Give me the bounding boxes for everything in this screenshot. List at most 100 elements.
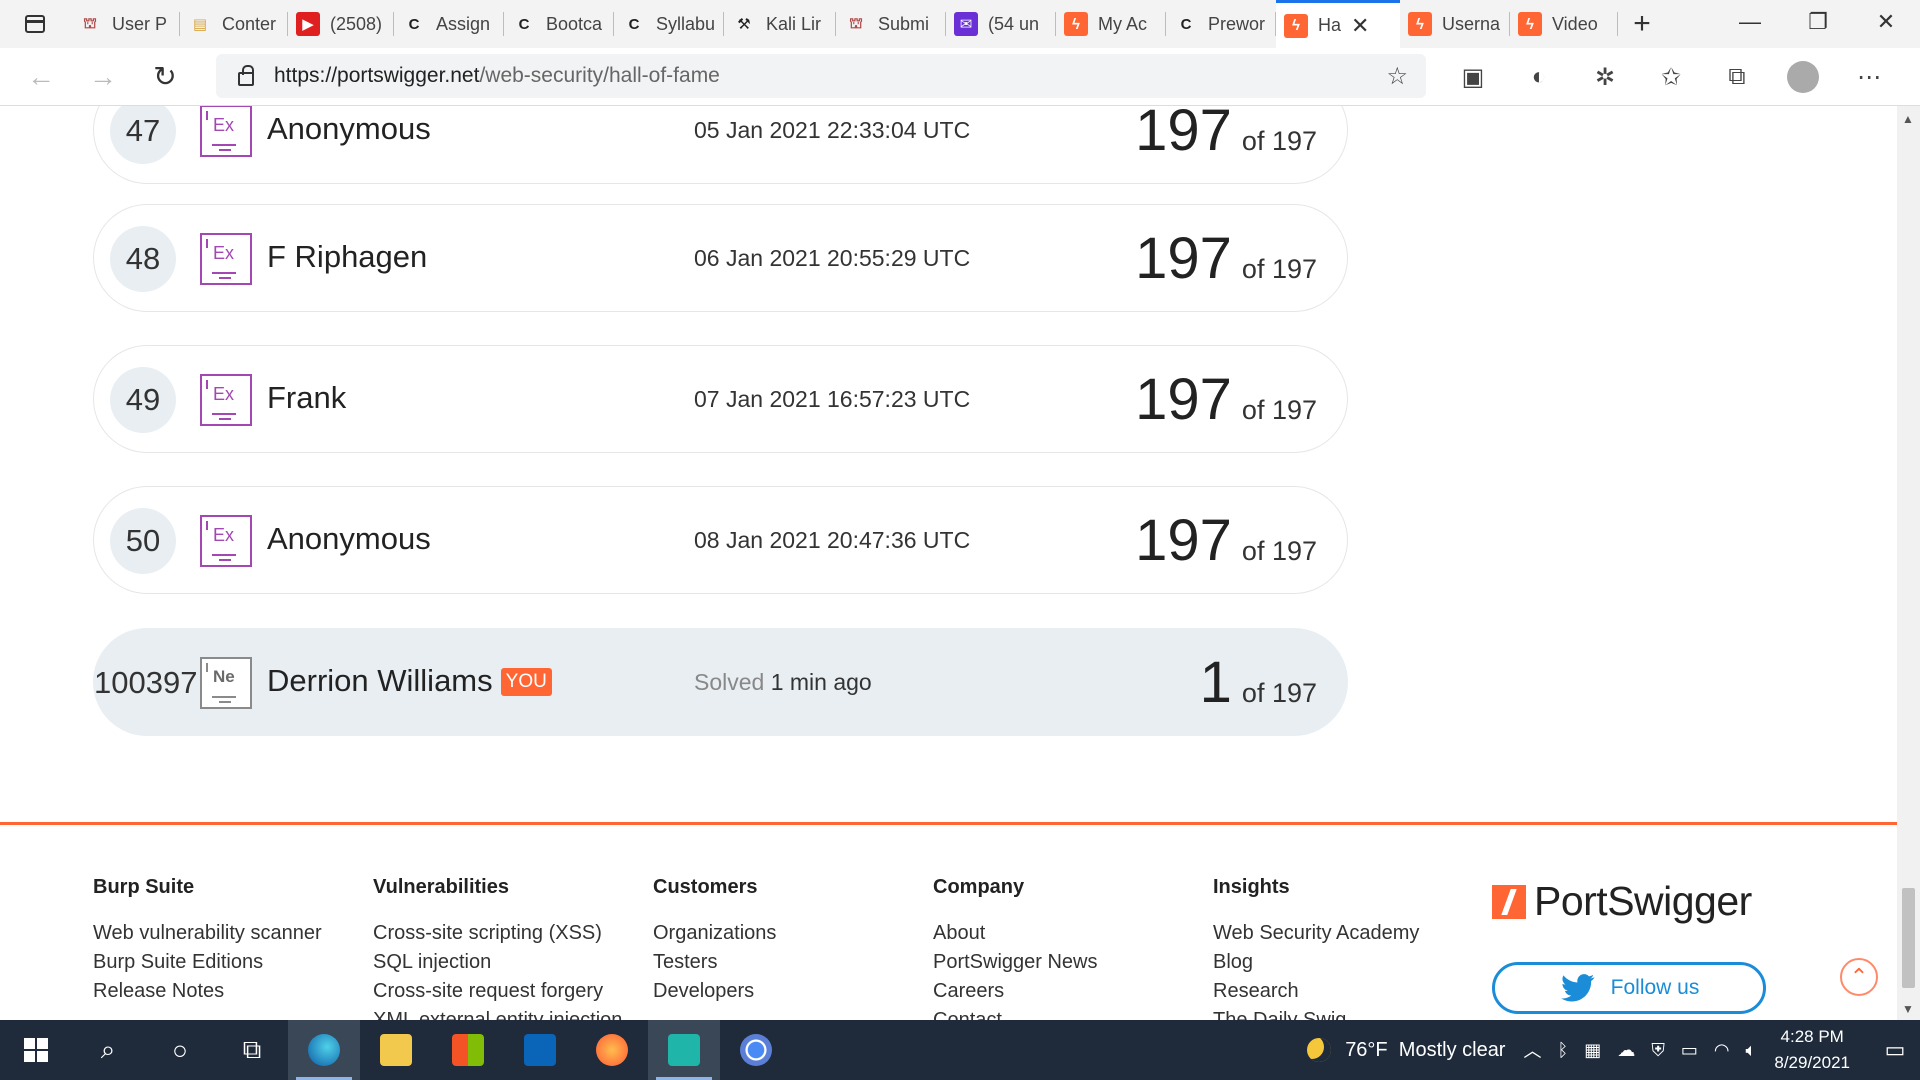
page-scrollbar[interactable]: ▲ ▼	[1897, 106, 1920, 1020]
footer-link[interactable]: SQL injection	[373, 948, 622, 977]
app-tray-icon[interactable]: ▦	[1584, 1040, 1601, 1061]
volume-icon[interactable]: 🔈︎	[1746, 1040, 1757, 1061]
scroll-up-arrow-icon[interactable]: ▲	[1902, 112, 1914, 126]
browser-tab[interactable]: C Syllabu	[614, 0, 724, 48]
portswigger-icon: ϟ	[1408, 12, 1432, 36]
solved-label: Solved	[694, 669, 765, 695]
address-bar[interactable]: https://portswigger.net/web-security/hal…	[216, 54, 1426, 98]
browser-tab[interactable]: ▤ Conter	[180, 0, 288, 48]
refresh-button[interactable]: ↻	[134, 53, 196, 101]
footer-link[interactable]: Careers	[933, 977, 1098, 1006]
portswigger-logo[interactable]: PortSwigger	[1492, 878, 1752, 925]
browser-tab[interactable]: ϟ My Ac	[1056, 0, 1166, 48]
footer-link[interactable]: About	[933, 919, 1098, 948]
browser-tab[interactable]: ⚒ Kali Lir	[724, 0, 836, 48]
favorites-icon[interactable]: ✩	[1638, 63, 1704, 92]
scroll-to-top-button[interactable]: ⌃	[1840, 958, 1878, 996]
solved-count: 197	[1135, 508, 1232, 573]
browser-tab[interactable]: C Bootca	[504, 0, 614, 48]
weather-widget[interactable]: 76°F Mostly clear	[1307, 1038, 1505, 1062]
settings-more-icon[interactable]: ⋯	[1836, 63, 1902, 92]
footer-link[interactable]: Web Security Academy	[1213, 919, 1419, 948]
taskbar-store[interactable]	[432, 1020, 504, 1080]
solved-total: of 197	[1241, 254, 1317, 284]
taskbar-edge[interactable]	[288, 1020, 360, 1080]
score: 1 of 197	[1200, 649, 1317, 716]
solved-time: 1 min ago	[770, 669, 872, 695]
footer-link[interactable]: Burp Suite Editions	[93, 948, 322, 977]
browser-tab[interactable]: C Assign	[394, 0, 504, 48]
start-button[interactable]	[0, 1020, 72, 1080]
battery-icon[interactable]: ▭	[1681, 1040, 1698, 1061]
clock[interactable]: 4:28 PM 8/29/2021	[1774, 1024, 1850, 1076]
browser-tab[interactable]: ϟ Ha ✕	[1276, 0, 1400, 48]
minimize-button[interactable]: —	[1716, 0, 1784, 44]
security-icon[interactable]: ⛨	[1651, 1040, 1665, 1061]
cortana-button[interactable]: ○	[144, 1020, 216, 1080]
footer-link[interactable]: Cross-site request forgery	[373, 977, 622, 1006]
browser-tab[interactable]: ⛫ User P	[70, 0, 180, 48]
task-view-button[interactable]: ⧉	[216, 1020, 288, 1080]
rank-number: 100397	[94, 665, 198, 700]
footer-link[interactable]: The Daily Swig	[1213, 1006, 1419, 1020]
footer-link[interactable]: PortSwigger News	[933, 948, 1098, 977]
notification-center-button[interactable]: ▭	[1870, 1037, 1920, 1063]
notes-icon: ▤	[192, 16, 208, 33]
follow-us-button[interactable]: Follow us	[1492, 962, 1766, 1014]
mail-icon: ✉	[954, 12, 978, 36]
footer-link[interactable]: Release Notes	[93, 977, 322, 1006]
address-toolbar: ← → ↻ https://portswigger.net/web-securi…	[0, 48, 1920, 106]
back-button[interactable]: ←	[10, 53, 72, 101]
new-tab-button[interactable]: +	[1618, 0, 1666, 48]
footer-link[interactable]: Developers	[653, 977, 776, 1006]
window-controls: — ❐ ✕	[1716, 0, 1920, 48]
browser-tab[interactable]: ✉ (54 un	[946, 0, 1056, 48]
profile-avatar[interactable]	[1787, 61, 1819, 93]
portswigger-icon: ϟ	[1518, 12, 1542, 36]
taskbar-burp[interactable]	[648, 1020, 720, 1080]
add-favorite-icon[interactable]: ☆	[1386, 62, 1408, 91]
restore-button[interactable]: ❐	[1784, 0, 1852, 44]
taskbar-chrome[interactable]	[720, 1020, 792, 1080]
forward-button[interactable]: →	[72, 53, 134, 101]
bluetooth-icon[interactable]: ᛒ	[1557, 1040, 1568, 1061]
collections-extension-icon[interactable]: ▣	[1440, 63, 1506, 92]
footer-link[interactable]: Research	[1213, 977, 1419, 1006]
extension-icon[interactable]: ◐	[1506, 63, 1572, 91]
browser-tab[interactable]: C Prewor	[1166, 0, 1276, 48]
footer-link[interactable]: Web vulnerability scanner	[93, 919, 322, 948]
footer-link[interactable]: Organizations	[653, 919, 776, 948]
onedrive-icon[interactable]: ☁	[1617, 1040, 1635, 1061]
scrollbar-thumb[interactable]	[1902, 888, 1915, 988]
footer-column-customers: Customers Organizations Testers Develope…	[653, 876, 776, 1006]
scroll-down-arrow-icon[interactable]: ▼	[1902, 1002, 1914, 1016]
tab-strip: ⛫ User P ▤ Conter ▶ (2508) C Assign C Bootca C Syll…	[70, 0, 1618, 48]
collections-icon[interactable]: ⧉	[1704, 63, 1770, 91]
footer-link[interactable]: XML external entity injection	[373, 1006, 622, 1020]
url-text[interactable]: https://portswigger.net/web-security/hal…	[274, 64, 720, 88]
portswigger-icon: ϟ	[1284, 13, 1308, 38]
tab-actions-button[interactable]	[0, 0, 70, 48]
browser-tab[interactable]: ϟ Video	[1510, 0, 1618, 48]
outlook-icon	[524, 1034, 556, 1066]
footer-link[interactable]: Testers	[653, 948, 776, 977]
footer-link[interactable]: Cross-site scripting (XSS)	[373, 919, 622, 948]
page-content: 47 Ex Anonymous 05 Jan 2021 22:33:04 UTC…	[0, 106, 1897, 1020]
player-name-text: Derrion Williams	[267, 663, 493, 698]
tab-label: Video	[1552, 13, 1598, 34]
rank-number: 50	[110, 508, 176, 574]
taskbar-outlook[interactable]	[504, 1020, 576, 1080]
close-tab-icon[interactable]: ✕	[1351, 13, 1369, 39]
footer-link[interactable]: Blog	[1213, 948, 1419, 977]
browser-tab[interactable]: ▶ (2508)	[288, 0, 394, 48]
wifi-icon[interactable]: ◠	[1714, 1040, 1730, 1061]
taskbar-file-explorer[interactable]	[360, 1020, 432, 1080]
chevron-up-icon[interactable]: ︿	[1523, 1037, 1541, 1063]
extensions-puzzle-icon[interactable]: ✲	[1572, 63, 1638, 92]
footer-link[interactable]: Contact	[933, 1006, 1098, 1020]
search-button[interactable]: ⌕	[72, 1020, 144, 1080]
browser-tab[interactable]: ⛫ Submi	[836, 0, 946, 48]
browser-tab[interactable]: ϟ Userna	[1400, 0, 1510, 48]
taskbar-firefox[interactable]	[576, 1020, 648, 1080]
close-window-button[interactable]: ✕	[1852, 0, 1920, 44]
